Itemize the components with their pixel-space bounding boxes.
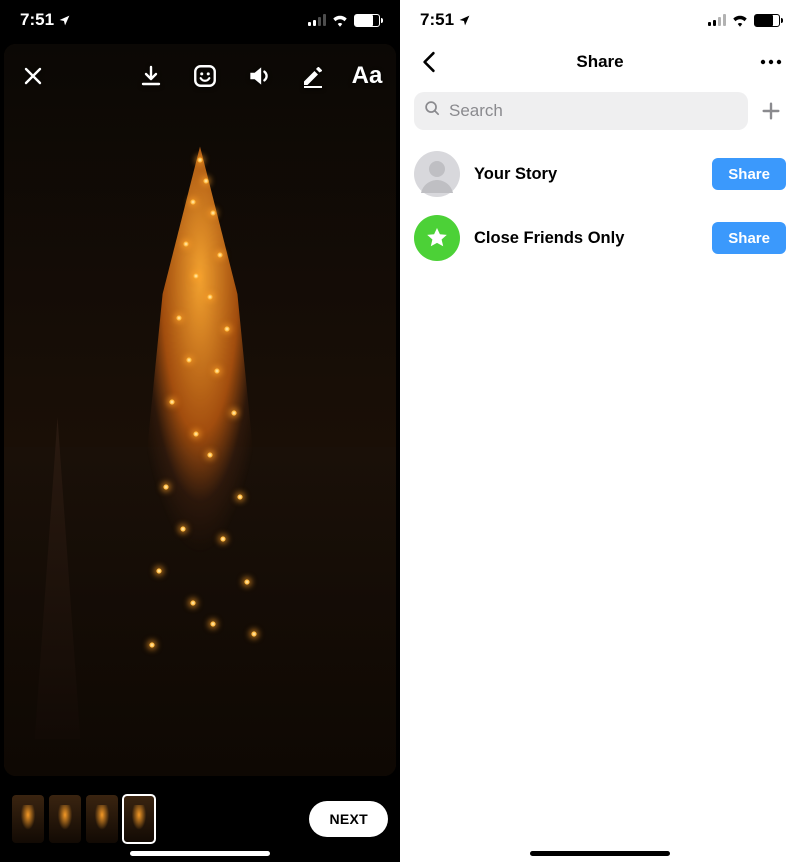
battery-icon [354,14,380,27]
share-screen: 7:51 Share [400,0,800,862]
story-photo-canvas[interactable] [4,44,396,776]
location-services-icon [458,14,471,27]
search-row [400,84,800,136]
search-input-container[interactable] [414,92,748,130]
status-time: 7:51 [20,10,54,30]
media-thumbnail[interactable] [86,795,118,843]
share-button[interactable]: Share [712,222,786,254]
wifi-icon [731,13,749,27]
story-photo [4,44,396,776]
editor-toolbar: Aa [18,54,382,98]
home-indicator[interactable] [530,851,670,856]
more-options-button[interactable] [756,47,786,77]
nav-bar: Share [400,40,800,84]
sticker-icon[interactable] [190,61,220,91]
avatar-placeholder-icon [414,151,460,197]
share-row-your-story: Your Story Share [414,142,786,206]
page-title: Share [576,52,623,72]
download-icon[interactable] [136,61,166,91]
sound-icon[interactable] [244,61,274,91]
close-button[interactable] [18,61,48,91]
media-thumbnails [12,795,155,843]
create-group-button[interactable] [756,96,786,126]
back-button[interactable] [414,47,444,77]
close-friends-star-icon [414,215,460,261]
share-row-label: Your Story [474,165,698,184]
next-button[interactable]: NEXT [309,801,388,837]
story-editor-screen: 7:51 [0,0,400,862]
search-icon [424,100,441,122]
status-time: 7:51 [420,10,454,30]
story-bottom-bar: NEXT [0,776,400,862]
share-row-label: Close Friends Only [474,229,698,248]
battery-icon [754,14,780,27]
status-bar: 7:51 [400,0,800,40]
text-tool-button[interactable]: Aa [352,61,382,91]
draw-icon[interactable] [298,61,328,91]
share-row-close-friends: Close Friends Only Share [414,206,786,270]
media-thumbnail[interactable] [49,795,81,843]
location-services-icon [58,14,71,27]
cellular-signal-icon [308,14,326,26]
wifi-icon [331,13,349,27]
share-button[interactable]: Share [712,158,786,190]
cellular-signal-icon [708,14,726,26]
media-thumbnail-selected[interactable] [123,795,155,843]
media-thumbnail[interactable] [12,795,44,843]
home-indicator[interactable] [130,851,270,856]
search-input[interactable] [449,101,738,121]
status-bar: 7:51 [0,0,400,40]
share-destinations-list: Your Story Share Close Friends Only Shar… [400,136,800,276]
